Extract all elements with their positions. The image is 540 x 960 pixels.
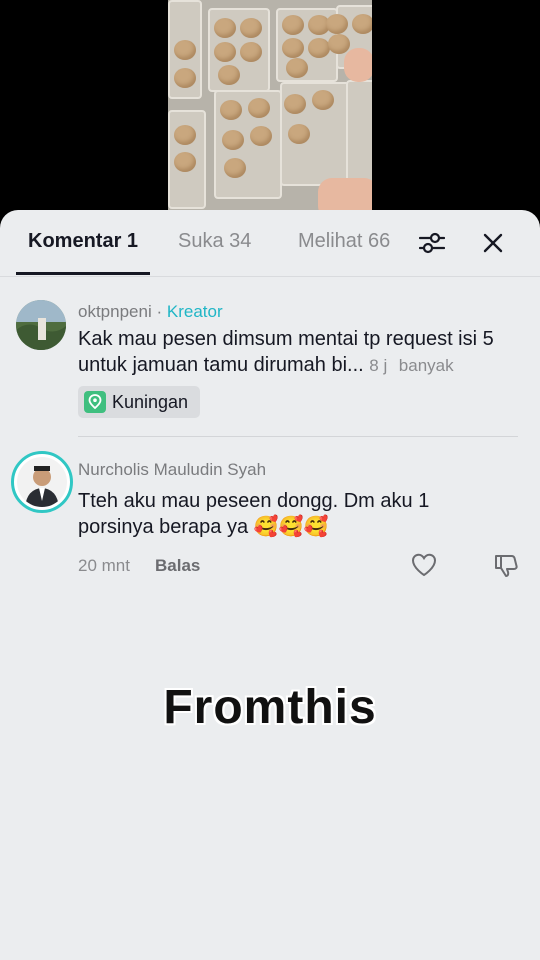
comment-time: 20 mnt [78,556,130,575]
comment-divider [78,436,518,437]
video-frame[interactable] [168,0,372,220]
comment-text-block: Kak mau pesen dimsum mentai tp request i… [78,326,528,379]
video-preview-area[interactable] [0,0,540,220]
comment-username[interactable]: Nurcholis Mauludin Syah [78,460,266,480]
thumbs-down-icon[interactable] [492,552,520,585]
avatar[interactable] [11,451,73,513]
read-more-link[interactable]: banyak [399,356,454,375]
comment-username[interactable]: oktpnpeni · Kreator [78,302,223,322]
tab-bar: Komentar 1 Suka 34 Melihat 66 [0,210,540,277]
location-chip[interactable]: Kuningan [78,386,201,418]
location-pin-icon [84,391,106,413]
active-tab-indicator [16,272,150,275]
avatar[interactable] [16,300,66,350]
tab-melihat[interactable]: Melihat 66 [298,230,390,253]
creator-badge: Kreator [166,302,223,321]
comments-sheet: Komentar 1 Suka 34 Melihat 66 oktpnpeni … [0,210,540,960]
location-label: Kuningan [112,391,189,412]
comment-text: Tteh aku mau peseen dongg. Dm aku 1 pors… [78,490,430,538]
comment-item[interactable]: Nurcholis Mauludin Syah Tteh aku mau pes… [0,450,540,590]
comment-time: 8 j [369,356,388,375]
separator-dot: · [156,302,163,321]
tab-komentar[interactable]: Komentar 1 [28,230,138,253]
video-caption-overlay: Fromthis [163,681,377,734]
reply-button[interactable]: Balas [155,556,200,576]
close-icon[interactable] [476,226,510,260]
comment-item[interactable]: oktpnpeni · Kreator Kak mau pesen dimsum… [0,298,540,428]
heart-icon[interactable] [410,552,438,583]
username-text[interactable]: oktpnpeni [78,302,152,321]
tab-suka[interactable]: Suka 34 [178,230,251,253]
sliders-icon[interactable] [415,226,449,260]
